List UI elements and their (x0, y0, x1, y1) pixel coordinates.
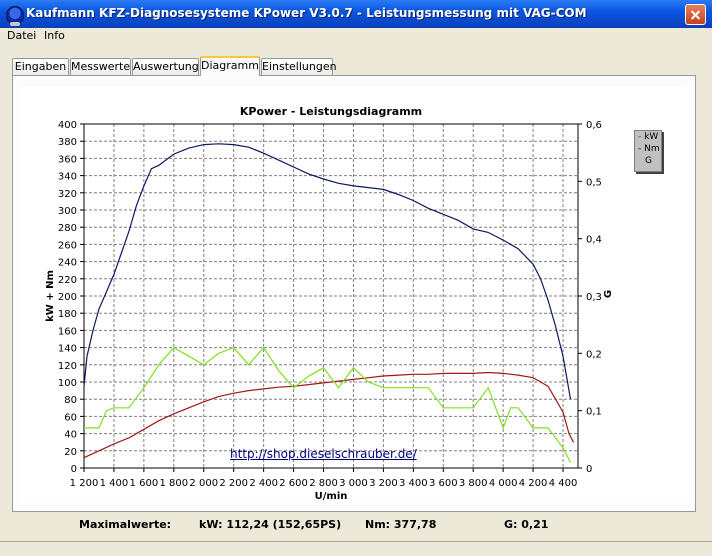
legend-item-g: G (645, 156, 652, 167)
y2-tick-label: 0,1 (586, 407, 602, 418)
y-tick-label: 220 (58, 275, 77, 286)
x-tick-label: 1 200 (70, 478, 99, 489)
y-tick-label: 280 (58, 223, 77, 234)
y2-axis-label: G (603, 290, 614, 298)
y-tick-label: 240 (58, 258, 77, 269)
max-kw-value: kW: 112,24 (152,65PS) (199, 518, 342, 531)
y-tick-label: 0 (71, 464, 77, 475)
x-tick-label: 4 400 (549, 478, 578, 489)
max-nm-value: Nm: 377,78 (365, 518, 437, 531)
legend-item-kw: - kW (638, 132, 659, 142)
legend-label-g: G (645, 156, 652, 166)
y-tick-label: 140 (58, 344, 77, 355)
y-tick-label: 380 (58, 137, 77, 148)
x-tick-label: 1 600 (130, 478, 159, 489)
y-tick-label: 300 (58, 206, 77, 217)
x-tick-label: 4 200 (519, 478, 548, 489)
x-tick-label: 1 800 (159, 478, 188, 489)
y-tick-label: 80 (64, 395, 77, 406)
y2-tick-label: 0,2 (586, 349, 602, 360)
y-tick-label: 100 (58, 378, 77, 389)
x-tick-label: 2 400 (249, 478, 278, 489)
max-g-value: G: 0,21 (504, 518, 549, 531)
y-tick-label: 200 (58, 292, 77, 303)
power-chart: 0 20 40 60 80 100 120 140 160 180 200 220 240 260 280 3… (45, 105, 614, 502)
y-tick-label: 320 (58, 189, 77, 200)
y-tick-label: 60 (64, 412, 77, 423)
y-tick-label: 120 (58, 361, 77, 372)
legend-label-nm: Nm (644, 144, 660, 154)
max-values-label: Maximalwerte: (79, 518, 172, 531)
legend-item-nm: - Nm (638, 144, 660, 154)
chart-legend: - kW - Nm G (634, 130, 662, 172)
x-axis-label: U/min (315, 491, 348, 502)
x-tick-label: 4 000 (489, 478, 518, 489)
x-tick-label: 3 800 (459, 478, 488, 489)
y-axis-label: kW + Nm (45, 270, 56, 322)
y-tick-label: 360 (58, 154, 77, 165)
x-tick-label: 3 400 (399, 478, 428, 489)
y-tick-label: 340 (58, 172, 77, 183)
y2-tick-label: 0,6 (586, 120, 602, 131)
y-tick-label: 20 (64, 447, 77, 458)
y2-tick-label: 0,3 (586, 292, 602, 303)
x-tick-label: 2 600 (279, 478, 308, 489)
y-tick-label: 260 (58, 240, 77, 251)
y2-tick-label: 0,4 (586, 235, 602, 246)
x-tick-label: 2 800 (309, 478, 338, 489)
y-tick-label: 160 (58, 326, 77, 337)
x-tick-label: 2 200 (219, 478, 248, 489)
x-tick-label: 3 000 (339, 478, 368, 489)
y-tick-label: 400 (58, 120, 77, 131)
application-window: Kaufmann KFZ-Diagnosesysteme KPower V3.0… (0, 0, 712, 555)
x-tick-label: 1 400 (100, 478, 129, 489)
tab-diagramm[interactable]: Diagramm (200, 56, 260, 76)
x-tick-label: 3 200 (369, 478, 398, 489)
legend-label-kw: kW (644, 132, 659, 142)
y2-tick-label: 0 (586, 464, 592, 475)
max-values-bar: Maximalwerte: kW: 112,24 (152,65PS) Nm: … (0, 512, 712, 542)
status-bar (0, 541, 712, 556)
y-tick-label: 40 (64, 430, 77, 441)
x-tick-label: 2 000 (189, 478, 218, 489)
chart-title: KPower - Leistungsdiagramm (240, 105, 422, 118)
y2-tick-label: 0,5 (586, 177, 602, 188)
x-tick-label: 3 600 (429, 478, 458, 489)
y-tick-label: 180 (58, 309, 77, 320)
shop-link[interactable]: http://shop.dieselschrauber.de/ (230, 447, 417, 461)
